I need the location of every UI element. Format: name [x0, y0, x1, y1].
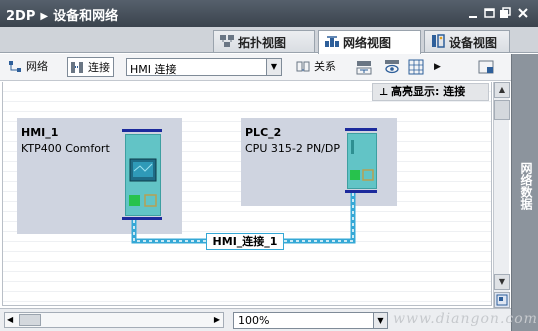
topology-icon [219, 34, 235, 48]
chevron-down-icon[interactable]: ▼ [373, 313, 387, 328]
float-window-icon[interactable] [498, 6, 512, 20]
connect-mode-button[interactable]: 连接 [67, 57, 114, 77]
restore-icon[interactable] [482, 6, 496, 20]
project-name: 2DP [6, 9, 36, 24]
eye-icon [385, 60, 399, 74]
show-hide-button[interactable] [384, 57, 402, 77]
connection-type-value: HMI 连接 [130, 63, 177, 76]
scroll-left-icon[interactable]: ◀ [7, 315, 13, 324]
grid-icon [408, 59, 424, 75]
network-canvas[interactable]: ⊥ 高亮显示: 连接 HMI_1 KTP400 Comfort PLC_2 CPU… [2, 82, 492, 306]
name-display-button[interactable] [356, 57, 374, 77]
chevron-down-icon[interactable]: ▼ [266, 59, 281, 75]
connection-label[interactable]: HMI_连接_1 [206, 233, 284, 250]
minimize-icon[interactable] [466, 6, 480, 20]
connection-type-select[interactable]: HMI 连接 ▼ [126, 58, 282, 76]
device-view-icon [430, 34, 446, 48]
window-title: 2DP ▶ 设备和网络 [6, 5, 118, 24]
connect-icon [70, 61, 84, 74]
vertical-scroll-thumb[interactable] [494, 100, 510, 120]
tab-device-view[interactable]: 设备视图 [424, 30, 510, 52]
tab-topology-label: 拓扑视图 [238, 36, 287, 50]
editor-name: 设备和网络 [53, 9, 119, 24]
tab-network-label: 网络视图 [343, 36, 392, 50]
vertical-scrollbar[interactable]: ▲ ▼ [493, 82, 510, 308]
scroll-right-icon[interactable]: ▶ [214, 315, 220, 324]
panel-toggle-button[interactable] [478, 57, 496, 77]
title-bar: 2DP ▶ 设备和网络 [0, 0, 538, 27]
bottom-bar: ◀ ▶ 100% ▼ www.diangon.com [0, 308, 537, 331]
horizontal-scrollbar[interactable]: ◀ ▶ [4, 312, 224, 328]
toolbar: 网络 连接 HMI 连接 ▼ 关系 ▶ [0, 54, 538, 81]
view-tab-bar: 拓扑视图 网络视图 设备视图 [0, 27, 538, 54]
grid-button[interactable] [408, 57, 426, 77]
scroll-up-icon[interactable]: ▲ [494, 82, 510, 98]
network-view-icon [324, 34, 340, 48]
connect-label: 连接 [88, 61, 110, 74]
network-data-side-panel[interactable]: 网络数据 [511, 54, 538, 331]
toolbar-overflow-arrow-icon[interactable]: ▶ [434, 57, 444, 77]
relations-button[interactable]: 关系 [294, 57, 336, 77]
horizontal-scroll-thumb[interactable] [19, 314, 41, 326]
network-icon [8, 60, 22, 73]
name-tag-icon [356, 61, 372, 75]
zoom-select[interactable]: 100% ▼ [233, 312, 388, 329]
network-label: 网络 [26, 60, 48, 73]
watermark: www.diangon.com [393, 311, 538, 327]
hmi-connection-line[interactable] [3, 82, 493, 306]
relations-label: 关系 [314, 60, 336, 73]
breadcrumb-arrow-icon: ▶ [40, 11, 49, 22]
side-panel-label[interactable]: 网络数据 [519, 162, 533, 210]
relations-icon [296, 60, 310, 73]
close-icon[interactable] [516, 6, 530, 20]
overview-navigation-icon[interactable] [494, 292, 510, 308]
zoom-value: 100% [238, 314, 270, 327]
tab-topology-view[interactable]: 拓扑视图 [213, 30, 315, 52]
panel-layout-icon [478, 60, 494, 74]
scroll-down-icon[interactable]: ▼ [494, 274, 510, 290]
tab-device-label: 设备视图 [449, 36, 498, 50]
network-mode-button[interactable]: 网络 [6, 57, 48, 77]
tab-network-view[interactable]: 网络视图 [318, 30, 421, 54]
